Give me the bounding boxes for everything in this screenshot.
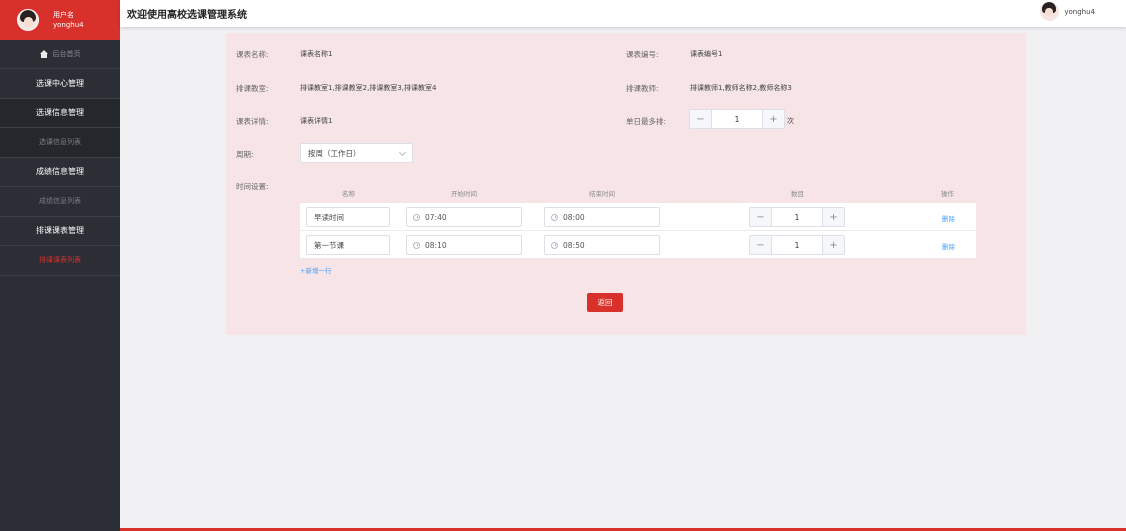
column-header-count: 数目	[791, 190, 804, 198]
column-header-action: 操作	[941, 190, 954, 198]
daily-max-stepper[interactable]: − 1 +	[689, 109, 785, 129]
delete-row-link[interactable]: 删除	[942, 213, 955, 223]
minus-button[interactable]: −	[750, 208, 772, 226]
time-settings-label: 时间设置:	[236, 182, 269, 191]
sidebar-item-label: 后台首页	[52, 50, 81, 58]
plus-button[interactable]: +	[822, 236, 844, 254]
column-header-name: 名称	[342, 190, 355, 198]
count-value[interactable]: 1	[772, 236, 822, 254]
end-time-picker[interactable]: 08:50	[544, 235, 660, 255]
clock-icon	[413, 213, 420, 221]
daily-max-value[interactable]: 1	[712, 110, 762, 128]
sidebar-item-schedule-list[interactable]: 排课课表列表	[0, 246, 120, 276]
clock-icon	[551, 241, 558, 249]
course-no-value: 课表编号1	[690, 50, 723, 58]
home-icon	[39, 49, 49, 59]
time-table-header: 名称 开始时间 结束时间 数目 操作	[300, 185, 976, 201]
page-title: 欢迎使用高校选课管理系统	[127, 10, 247, 21]
column-header-start: 开始时间	[451, 190, 477, 198]
minus-button[interactable]: −	[690, 110, 712, 128]
start-time-picker[interactable]: 07:40	[406, 207, 522, 227]
end-time-picker[interactable]: 08:00	[544, 207, 660, 227]
sidebar-item-selection-list[interactable]: 选课信息列表	[0, 128, 120, 158]
count-stepper[interactable]: − 1 +	[749, 235, 845, 255]
plus-button[interactable]: +	[762, 110, 784, 128]
top-header: 欢迎使用高校选课管理系统 yonghu4	[120, 0, 1126, 27]
sidebar-item-label: 排课课表管理	[36, 226, 84, 236]
classroom-label: 排课教室:	[236, 84, 269, 93]
detail-label: 课表详情:	[236, 117, 269, 126]
sidebar-user-panel: 用户名 yonghu4	[0, 0, 120, 40]
daily-max-unit: 次	[787, 117, 794, 125]
period-selected-value: 按周（工作日）	[308, 148, 361, 158]
table-row: 第一节课 08:10 08:50 − 1 + 删除	[300, 231, 976, 259]
clock-icon	[551, 213, 558, 221]
header-user-menu[interactable]: yonghu4	[1040, 2, 1095, 21]
period-label: 周期:	[236, 150, 254, 159]
detail-value: 课表详情1	[300, 117, 333, 125]
course-name-value: 课表名称1	[300, 50, 333, 58]
sidebar-item-label: 成绩信息列表	[39, 197, 81, 206]
start-time-picker[interactable]: 08:10	[406, 235, 522, 255]
sidebar-item-label: 成绩信息管理	[36, 167, 84, 177]
sidebar: 用户名 yonghu4 后台首页 选课中心管理 选课信息管理 选课信息列表 成绩…	[0, 0, 120, 531]
sidebar-item-home[interactable]: 后台首页	[0, 40, 120, 69]
sidebar-item-label: 排课课表列表	[39, 256, 81, 265]
delete-row-link[interactable]: 删除	[942, 241, 955, 251]
clock-icon	[413, 241, 420, 249]
table-row: 早读时间 07:40 08:00 − 1 + 删除	[300, 203, 976, 231]
sidebar-item-selection-info[interactable]: 选课信息管理	[0, 98, 120, 128]
teacher-label: 排课教师:	[626, 84, 659, 93]
daily-max-label: 单日最多排:	[626, 117, 667, 126]
column-header-end: 结束时间	[589, 190, 615, 198]
sidebar-item-course-center[interactable]: 选课中心管理	[0, 69, 120, 99]
avatar[interactable]	[17, 9, 39, 31]
teacher-value: 排课教师1,教师名称2,教师名称3	[690, 84, 792, 92]
count-stepper[interactable]: − 1 +	[749, 207, 845, 227]
schedule-form-panel: 课表名称: 课表名称1 课表编号: 课表编号1 排课教室: 排课教室1,排课教室…	[226, 33, 1026, 335]
chevron-down-icon	[398, 148, 407, 157]
header-username: yonghu4	[1064, 7, 1095, 16]
plus-button[interactable]: +	[822, 208, 844, 226]
sidebar-item-grade-list[interactable]: 成绩信息列表	[0, 187, 120, 217]
period-select[interactable]: 按周（工作日）	[300, 143, 413, 163]
sidebar-item-grade-info[interactable]: 成绩信息管理	[0, 157, 120, 187]
count-value[interactable]: 1	[772, 208, 822, 226]
sidebar-item-label: 选课信息列表	[39, 138, 81, 147]
course-no-label: 课表编号:	[626, 50, 659, 59]
avatar[interactable]	[1040, 2, 1060, 21]
course-name-label: 课表名称:	[236, 50, 269, 59]
add-row-link[interactable]: +新增一行	[300, 265, 331, 275]
name-input[interactable]: 早读时间	[306, 207, 390, 227]
sidebar-item-schedule-manage[interactable]: 排课课表管理	[0, 216, 120, 246]
user-name: yonghu4	[53, 21, 84, 29]
minus-button[interactable]: −	[750, 236, 772, 254]
name-input[interactable]: 第一节课	[306, 235, 390, 255]
user-role: 用户名	[53, 11, 74, 19]
sidebar-item-label: 选课信息管理	[36, 108, 84, 118]
classroom-value: 排课教室1,排课教室2,排课教室3,排课教室4	[300, 84, 437, 92]
sidebar-item-label: 选课中心管理	[36, 78, 84, 88]
back-button[interactable]: 返回	[587, 293, 623, 312]
